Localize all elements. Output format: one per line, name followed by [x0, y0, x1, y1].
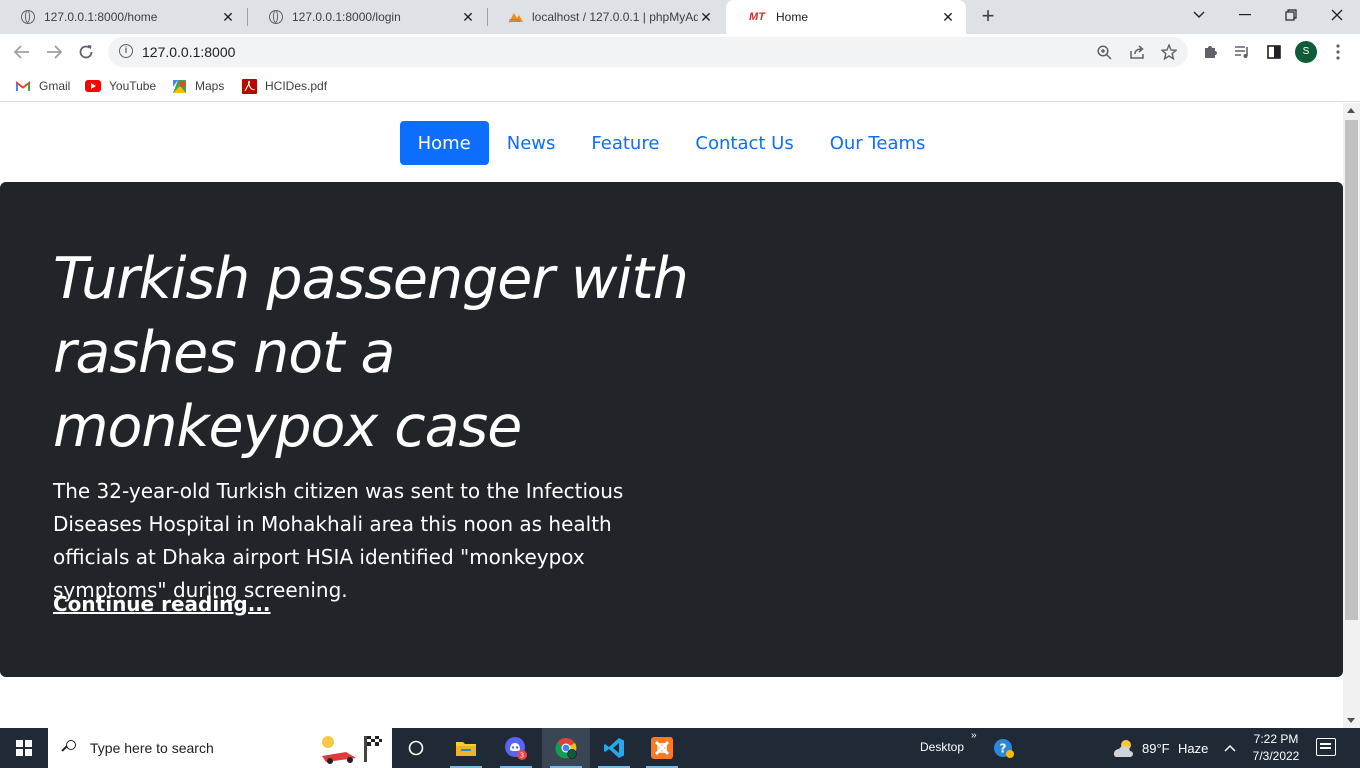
- tab-search-chevron-icon[interactable]: [1176, 0, 1222, 30]
- clock-date[interactable]: 7/3/2022: [1250, 749, 1302, 763]
- profile-avatar[interactable]: S: [1295, 41, 1317, 63]
- bookmark-youtube[interactable]: YouTube: [85, 76, 156, 96]
- tray-overflow-chevron-icon[interactable]: [1218, 728, 1242, 768]
- mt-logo-icon: MT: [749, 11, 765, 23]
- help-tips-icon[interactable]: ?: [982, 728, 1026, 768]
- xampp-icon[interactable]: [638, 728, 686, 768]
- vscode-icon[interactable]: [590, 728, 638, 768]
- clock-time[interactable]: 7:22 PM: [1252, 732, 1300, 746]
- forward-arrow-icon[interactable]: [40, 38, 68, 66]
- bookmark-label: YouTube: [109, 79, 157, 93]
- bookmarks-bar: Gmail YouTube Maps HCIDes.pdf: [0, 70, 1360, 102]
- extensions-puzzle-icon[interactable]: [1196, 38, 1224, 66]
- svg-text:?: ?: [1000, 742, 1007, 756]
- discord-icon[interactable]: 3: [492, 728, 540, 768]
- nav-link-contact-us[interactable]: Contact Us: [677, 121, 811, 165]
- desktop-toolbar-label[interactable]: Desktop: [920, 740, 964, 754]
- page-viewport: Home News Feature Contact Us Our Teams T…: [0, 103, 1343, 728]
- svg-text:pma: pma: [509, 18, 520, 23]
- side-panel-icon[interactable]: [1260, 38, 1288, 66]
- search-placeholder: Type here to search: [90, 740, 214, 756]
- media-queue-icon[interactable]: [1228, 38, 1256, 66]
- browser-menu-kebab-icon[interactable]: [1324, 38, 1352, 66]
- share-icon[interactable]: [1126, 41, 1148, 63]
- toolbar-expand-chevron-icon[interactable]: »: [971, 730, 977, 741]
- bookmark-label: Maps: [195, 79, 225, 93]
- browser-tab-login[interactable]: 127.0.0.1:8000/login ✕: [248, 0, 486, 34]
- search-highlight-illustration-icon: [322, 736, 382, 764]
- weather-condition[interactable]: Haze: [1178, 741, 1208, 756]
- hero-headline: Turkish passenger with rashes not a monk…: [53, 246, 689, 460]
- bookmark-gmail[interactable]: Gmail: [15, 76, 70, 96]
- back-arrow-icon[interactable]: [8, 38, 36, 66]
- tab-title: Home: [776, 10, 809, 24]
- pdf-icon: [241, 78, 257, 94]
- scrollbar-thumb[interactable]: [1345, 120, 1358, 620]
- minimize-window-icon[interactable]: [1222, 0, 1268, 30]
- bookmark-star-icon[interactable]: [1158, 41, 1180, 63]
- globe-icon: [268, 9, 284, 25]
- continue-reading-link[interactable]: Continue reading...: [53, 592, 271, 616]
- scroll-up-arrow-icon[interactable]: [1347, 108, 1355, 113]
- search-icon: [62, 740, 78, 756]
- browser-tab-active-home[interactable]: MT Home ✕: [726, 0, 966, 34]
- main-nav: Home News Feature Contact Us Our Teams: [0, 121, 1343, 165]
- maps-icon: [171, 79, 187, 93]
- globe-icon: [20, 9, 36, 25]
- close-tab-icon[interactable]: ✕: [460, 9, 476, 25]
- bookmark-label: Gmail: [39, 79, 71, 93]
- phpmyadmin-icon: pma: [508, 9, 524, 25]
- close-tab-icon[interactable]: ✕: [220, 9, 236, 25]
- nav-link-feature[interactable]: Feature: [573, 121, 677, 165]
- browser-tab-home[interactable]: 127.0.0.1:8000/home ✕: [0, 0, 246, 34]
- weather-temperature[interactable]: 89°F: [1142, 741, 1170, 756]
- file-explorer-icon[interactable]: [442, 728, 490, 768]
- notification-center-icon[interactable]: [1316, 738, 1336, 756]
- nav-link-home[interactable]: Home: [399, 121, 489, 165]
- windows-taskbar: Type here to search 3 Desktop » ? 89°F H…: [0, 728, 1360, 768]
- windows-start-icon[interactable]: [0, 728, 48, 768]
- zoom-icon[interactable]: [1093, 41, 1115, 63]
- discord-badge-count: 3: [520, 752, 524, 760]
- hero-lead-text: The 32-year-old Turkish citizen was sent…: [53, 479, 624, 602]
- site-info-icon[interactable]: i: [119, 44, 133, 58]
- scroll-down-arrow-icon[interactable]: [1347, 718, 1355, 723]
- youtube-icon: [85, 79, 101, 93]
- bookmark-maps[interactable]: Maps: [171, 76, 224, 96]
- chrome-icon[interactable]: [542, 728, 590, 768]
- address-url: 127.0.0.1:8000: [142, 44, 236, 60]
- browser-tab-strip: 127.0.0.1:8000/home ✕ 127.0.0.1:8000/log…: [0, 0, 1360, 34]
- browser-toolbar: i 127.0.0.1:8000 S: [0, 34, 1360, 70]
- bookmark-label: HCIDes.pdf: [265, 79, 328, 93]
- browser-tab-phpmyadmin[interactable]: pma localhost / 127.0.0.1 | phpMyAdmin ✕: [488, 0, 724, 34]
- bookmark-hcides-pdf[interactable]: HCIDes.pdf: [241, 76, 327, 96]
- new-tab-button[interactable]: +: [976, 5, 1000, 29]
- close-tab-icon[interactable]: ✕: [940, 9, 956, 25]
- reload-icon[interactable]: [72, 38, 100, 66]
- taskbar-search-box[interactable]: Type here to search: [48, 728, 392, 768]
- tab-title: 127.0.0.1:8000/login: [292, 10, 401, 24]
- featured-news-hero: Turkish passenger with rashes not a monk…: [0, 182, 1343, 677]
- nav-link-our-teams[interactable]: Our Teams: [812, 121, 944, 165]
- nav-link-news[interactable]: News: [489, 121, 574, 165]
- task-view-icon[interactable]: [392, 728, 440, 768]
- restore-window-icon[interactable]: [1268, 0, 1314, 30]
- tab-title: 127.0.0.1:8000/home: [44, 10, 158, 24]
- page-scrollbar[interactable]: [1343, 103, 1360, 728]
- close-tab-icon[interactable]: ✕: [698, 9, 714, 25]
- gmail-icon: [15, 79, 31, 93]
- tab-title: localhost / 127.0.0.1 | phpMyAdmin: [532, 10, 698, 24]
- address-bar[interactable]: i 127.0.0.1:8000: [108, 37, 1188, 67]
- weather-haze-icon[interactable]: [1108, 728, 1138, 768]
- close-window-icon[interactable]: [1314, 0, 1360, 30]
